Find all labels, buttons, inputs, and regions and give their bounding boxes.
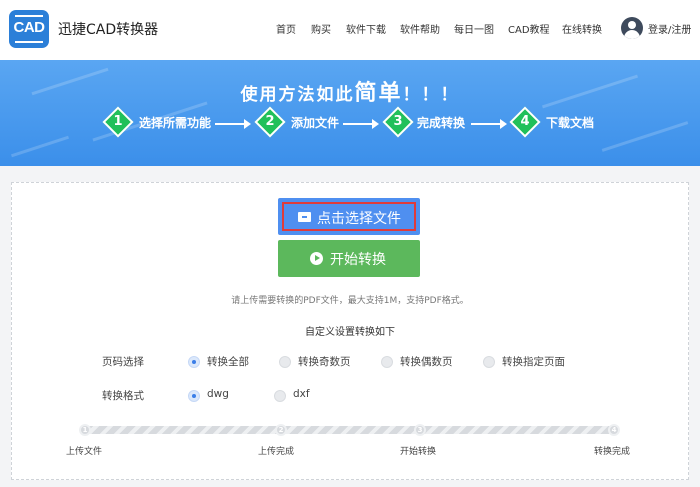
radio-format-dwg[interactable] [188, 390, 200, 402]
option-convert-specific[interactable]: 转换指定页面 [502, 354, 565, 369]
progress-step-2-dot: 2 [275, 424, 287, 436]
start-convert-button[interactable]: 开始转换 [278, 240, 420, 277]
progress-step-1-label: 上传文件 [66, 447, 103, 457]
step-3-number: 3 [393, 114, 403, 129]
banner-slogan: 使用方法如此简单！！！ [240, 81, 460, 106]
step-1-number: 1 [113, 114, 123, 129]
nav-daily-image[interactable]: 每日一图 [454, 21, 494, 36]
radio-convert-all[interactable] [188, 356, 200, 368]
radio-convert-odd[interactable] [279, 356, 291, 368]
radio-format-dxf[interactable] [274, 390, 286, 402]
radio-convert-even[interactable] [381, 356, 393, 368]
step-4-number: 4 [520, 114, 530, 129]
nav-help[interactable]: 软件帮助 [400, 21, 440, 36]
nav-buy[interactable]: 购买 [311, 21, 331, 36]
step-arrow-icon [215, 119, 251, 129]
select-file-label: 点击选择文件 [317, 211, 401, 227]
progress-step-3-label: 开始转换 [400, 447, 437, 457]
progress-step-3-dot: 3 [414, 424, 426, 436]
logo-arrow-bottom-decoration [15, 41, 43, 43]
upload-hint: 请上传需要转换的PDF文件，最大支持1M，支持PDF格式。 [231, 296, 469, 306]
option-convert-odd[interactable]: 转换奇数页 [298, 354, 351, 369]
option-format-dxf[interactable]: dxf [293, 388, 310, 400]
progress-step-4-dot: 4 [608, 424, 620, 436]
radio-convert-specific[interactable] [483, 356, 495, 368]
option-convert-even[interactable]: 转换偶数页 [400, 354, 453, 369]
nav-online-convert[interactable]: 在线转换 [562, 21, 602, 36]
top-header: CAD 迅捷CAD转换器 首页 购买 软件下载 软件帮助 每日一图 CAD教程 … [0, 0, 700, 60]
step-3-label: 完成转换 [417, 116, 466, 130]
app-logo[interactable]: CAD [9, 10, 49, 48]
nav-download[interactable]: 软件下载 [346, 21, 386, 36]
step-1-label: 选择所需功能 [139, 116, 212, 130]
how-to-banner: 使用方法如此简单！！！ 1 选择所需功能 2 添加文件 3 完成转换 4 下载文… [0, 60, 700, 166]
step-2-label: 添加文件 [291, 116, 340, 130]
step-arrow-icon [343, 119, 379, 129]
login-register-link[interactable]: 登录/注册 [648, 21, 691, 36]
custom-settings-title: 自定义设置转换如下 [305, 327, 395, 338]
step-2-number: 2 [265, 114, 275, 129]
format-label: 转换格式 [102, 390, 144, 402]
logo-arrow-top-decoration [15, 15, 43, 17]
option-format-dwg[interactable]: dwg [207, 388, 229, 400]
play-icon [310, 252, 323, 265]
brand-name[interactable]: 迅捷CAD转换器 [58, 19, 158, 39]
logo-text: CAD [13, 19, 46, 36]
nav-cad-tutorial[interactable]: CAD教程 [508, 21, 550, 36]
user-avatar-icon[interactable] [621, 17, 643, 39]
start-convert-label: 开始转换 [330, 252, 386, 268]
option-convert-all[interactable]: 转换全部 [207, 354, 249, 369]
folder-icon [298, 212, 311, 222]
progress-step-4-label: 转换完成 [594, 447, 631, 457]
nav-home[interactable]: 首页 [276, 21, 296, 36]
progress-step-1-dot: 1 [79, 424, 91, 436]
progress-step-2-label: 上传完成 [258, 447, 295, 457]
progress-track [85, 426, 615, 434]
page-select-label: 页码选择 [102, 356, 144, 368]
select-file-button-highlight[interactable]: 点击选择文件 [282, 202, 416, 231]
step-arrow-icon [471, 119, 507, 129]
step-4-label: 下载文档 [546, 116, 595, 130]
